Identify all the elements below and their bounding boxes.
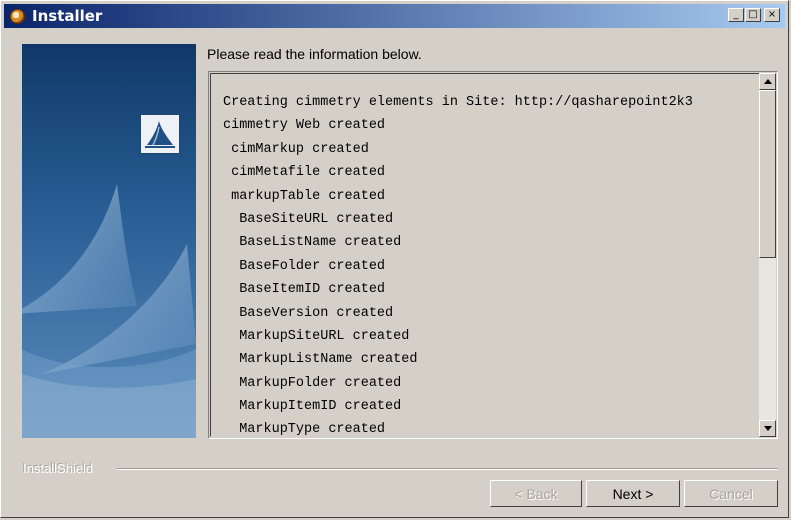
log-line: cimMarkup created: [223, 141, 369, 157]
intro-text: Please read the information below.: [207, 46, 422, 62]
log-line: MarkupType created: [223, 422, 386, 438]
side-banner-image: [22, 44, 196, 438]
log-line: MarkupItemID created: [223, 399, 402, 415]
log-line: markupTable created: [223, 188, 386, 204]
log-line: BaseSiteURL created: [223, 211, 394, 227]
footer-divider: [117, 468, 778, 470]
log-line: BaseItemID created: [223, 282, 386, 298]
log-line: BaseFolder created: [223, 258, 386, 274]
log-line: cimMetafile created: [223, 165, 386, 181]
installer-app-icon: [10, 9, 25, 24]
arrow-up-icon: [764, 79, 772, 84]
scroll-thumb[interactable]: [759, 90, 776, 258]
title-bar[interactable]: Installer _ □ ×: [4, 4, 785, 28]
window-title: Installer: [32, 7, 103, 25]
log-line: Creating cimmetry elements in Site: http…: [223, 95, 693, 110]
log-line: BaseListName created: [223, 235, 402, 251]
log-line: BaseVersion created: [223, 305, 394, 321]
maximize-button[interactable]: □: [745, 8, 761, 22]
back-button[interactable]: < Back: [490, 480, 582, 507]
installshield-brand-label: InstallShield: [23, 461, 94, 476]
log-line: cimmetry Web created: [223, 118, 386, 134]
next-button[interactable]: Next >: [586, 480, 680, 507]
sails-logo-icon: [140, 114, 180, 154]
scroll-down-button[interactable]: [759, 420, 776, 437]
log-line: MarkupSiteURL created: [223, 328, 410, 344]
log-text: Creating cimmetry elements in Site: http…: [223, 91, 693, 442]
minimize-button[interactable]: _: [728, 8, 744, 22]
scroll-up-button[interactable]: [759, 73, 776, 90]
log-line: MarkupListName created: [223, 352, 418, 368]
sails-banner-graphic: [22, 44, 196, 438]
arrow-down-icon: [764, 426, 772, 431]
log-line: MarkupFolder created: [223, 375, 402, 391]
close-button[interactable]: ×: [764, 8, 780, 22]
information-textbox[interactable]: Creating cimmetry elements in Site: http…: [208, 71, 778, 439]
installer-window: Installer _ □ × Please read the informat…: [0, 0, 789, 518]
vertical-scrollbar[interactable]: [759, 73, 776, 437]
cancel-button[interactable]: Cancel: [684, 480, 778, 507]
